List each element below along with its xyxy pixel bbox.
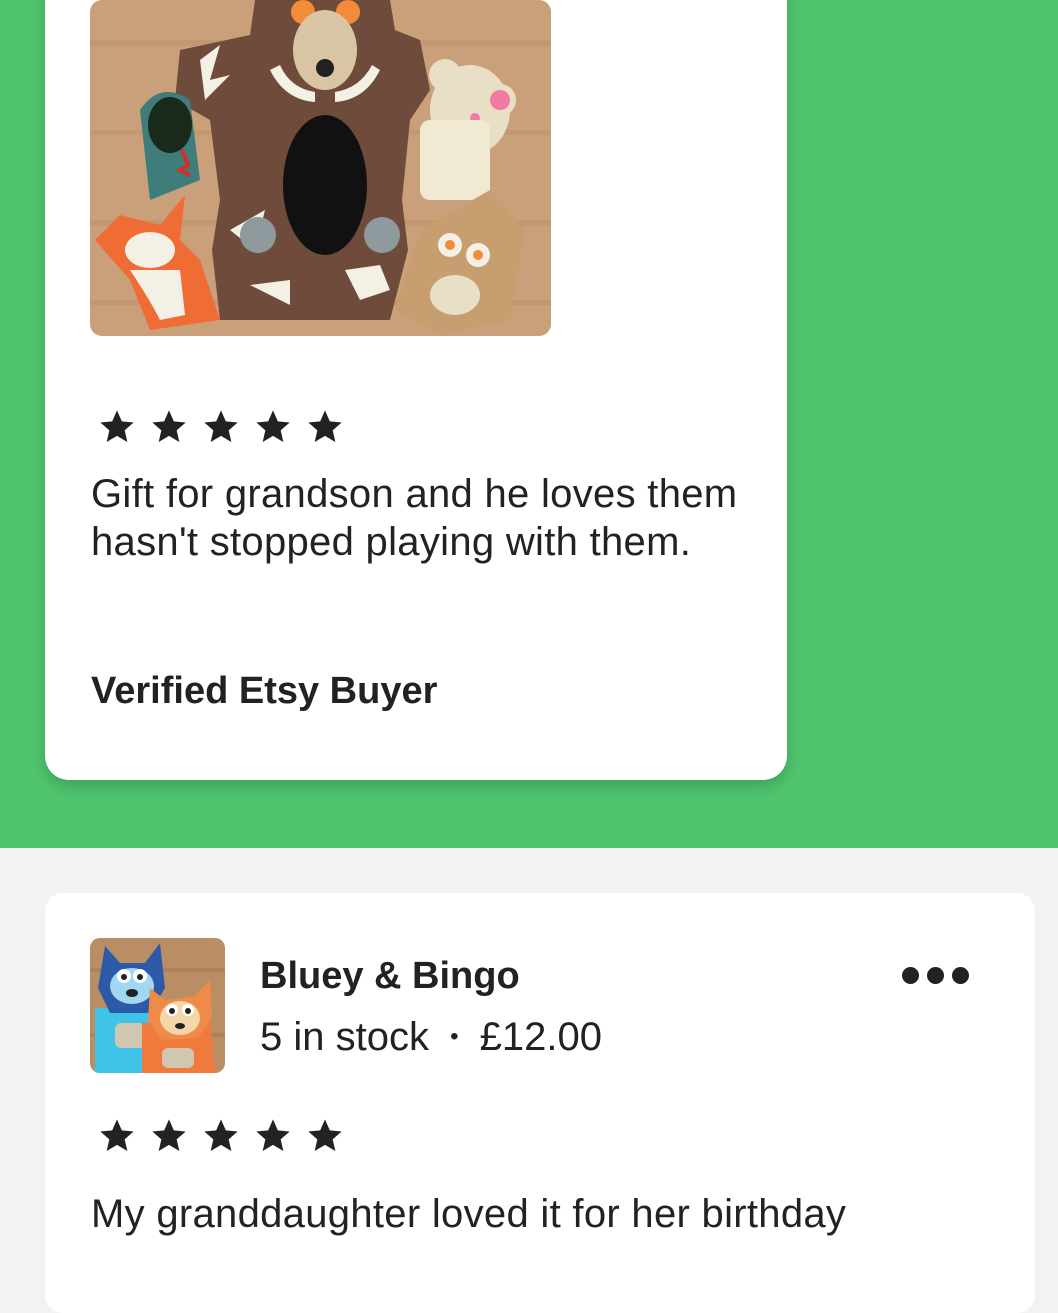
star-icon — [100, 1119, 134, 1151]
puppet-set-photo-icon — [90, 0, 551, 336]
star-icon — [256, 410, 290, 442]
star-rating — [92, 407, 350, 447]
meta-separator: • — [450, 1023, 459, 1050]
more-options-icon — [901, 966, 919, 984]
star-icon — [308, 1119, 342, 1151]
review-text: My granddaughter loved it for her birthd… — [91, 1192, 847, 1236]
more-options-button[interactable] — [895, 955, 975, 995]
review-card: Bluey & Bingo 5 in stock • £12.00 My gra… — [45, 893, 1035, 1313]
more-options-icon — [926, 966, 944, 984]
star-icon — [204, 410, 238, 442]
item-meta: 5 in stock • £12.00 — [260, 1015, 602, 1060]
item-thumbnail[interactable] — [90, 938, 225, 1073]
star-rating — [92, 1116, 350, 1156]
more-options-icon — [951, 966, 969, 984]
star-icon — [204, 1119, 238, 1151]
star-icon — [308, 410, 342, 442]
review-text: Gift for grandson and he loves them hasn… — [91, 472, 738, 564]
star-icon — [152, 410, 186, 442]
stock-status: 5 in stock — [260, 1015, 429, 1059]
star-icon — [256, 1119, 290, 1151]
featured-review-card: Gift for grandson and he loves them hasn… — [45, 0, 787, 780]
reviewer-name: Verified Etsy Buyer — [91, 670, 438, 712]
item-price: £12.00 — [479, 1015, 602, 1059]
star-icon — [100, 410, 134, 442]
bluey-bingo-puppet-thumbnail-icon — [90, 938, 225, 1073]
review-photo[interactable] — [90, 0, 551, 336]
item-title[interactable]: Bluey & Bingo — [260, 955, 520, 998]
star-icon — [152, 1119, 186, 1151]
